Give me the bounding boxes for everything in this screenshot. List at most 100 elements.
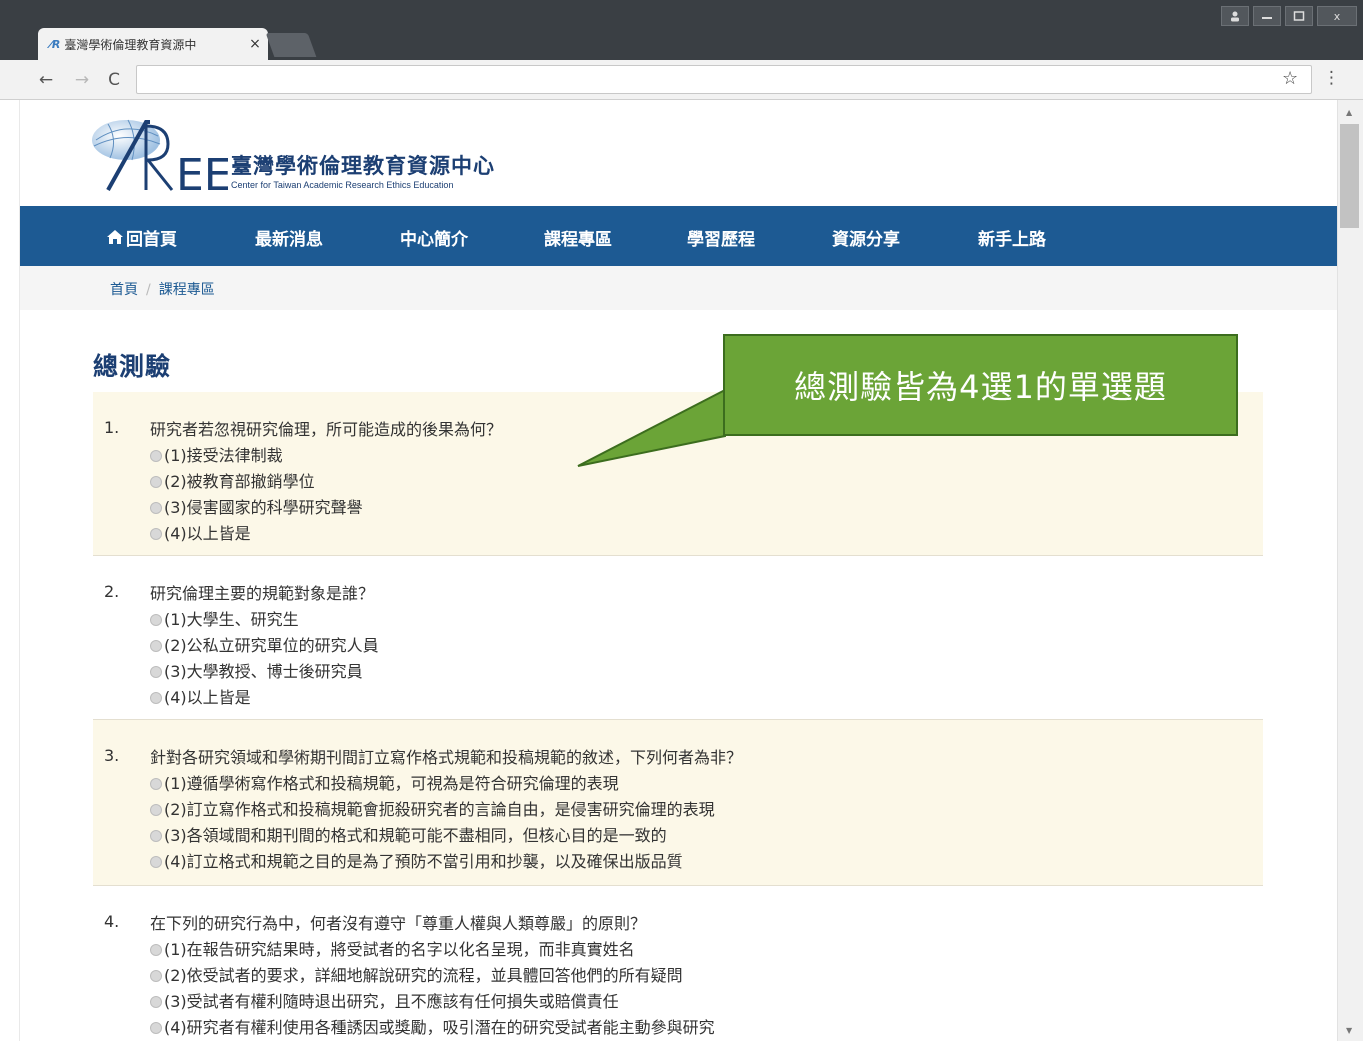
- option-label: (3)侵害國家的科學研究聲譽: [164, 498, 363, 517]
- option-3[interactable]: (3)受試者有權利隨時退出研究，且不應該有任何損失或賠償責任: [150, 989, 715, 1015]
- address-bar[interactable]: [136, 65, 1312, 94]
- option-2[interactable]: (2)依受試者的要求，詳細地解說研究的流程，並具體回答他們的所有疑問: [150, 963, 715, 989]
- nav-item-courses[interactable]: 課程專區: [544, 225, 612, 250]
- option-label: (1)在報告研究結果時，將受試者的名字以化名呈現，而非真實姓名: [164, 940, 635, 959]
- radio-button[interactable]: [150, 970, 162, 982]
- question-3: 3. 針對各研究領域和學術期刊間訂立寫作格式規範和投稿規範的敘述，下列何者為非？…: [93, 720, 1263, 886]
- main-navbar: 回首頁 最新消息 中心簡介 課程專區 學習歷程 資源分享 新手上路: [20, 206, 1337, 266]
- browser-toolbar: ← → C ☆ ⋮: [0, 60, 1363, 100]
- option-label: (2)依受試者的要求，詳細地解說研究的流程，並具體回答他們的所有疑問: [164, 966, 683, 985]
- option-label: (1)接受法律制裁: [164, 446, 283, 465]
- browser-menu-icon[interactable]: ⋮: [1323, 68, 1340, 88]
- minimize-button[interactable]: [1253, 6, 1281, 26]
- option-2[interactable]: (2)被教育部撤銷學位: [150, 469, 363, 495]
- option-1[interactable]: (1)大學生、研究生: [150, 607, 379, 633]
- question-text: 研究者若忽視研究倫理，所可能造成的後果為何？: [150, 420, 503, 439]
- radio-button[interactable]: [150, 1022, 162, 1034]
- option-4[interactable]: (4)以上皆是: [150, 521, 363, 547]
- nav-item-about[interactable]: 中心簡介: [400, 225, 468, 250]
- option-label: (2)公私立研究單位的研究人員: [164, 636, 379, 655]
- question-number: 4.: [104, 912, 120, 931]
- close-window-button[interactable]: x: [1317, 6, 1357, 26]
- reload-icon[interactable]: C: [102, 68, 126, 92]
- new-tab-button[interactable]: [265, 33, 317, 57]
- radio-button[interactable]: [150, 614, 162, 626]
- option-label: (1)遵循學術寫作格式和投稿規範，可視為是符合研究倫理的表現: [164, 774, 619, 793]
- question-text: 針對各研究領域和學術期刊間訂立寫作格式規範和投稿規範的敘述，下列何者為非？: [150, 748, 743, 767]
- breadcrumb-home-link[interactable]: 首頁: [110, 282, 138, 298]
- question-4: 4. 在下列的研究行為中，何者沒有遵守「尊重人權與人類尊嚴」的原則？ (1)在報…: [93, 886, 1263, 1041]
- scroll-down-icon[interactable]: ▼: [1346, 1026, 1352, 1035]
- option-label: (4)以上皆是: [164, 688, 251, 707]
- option-label: (2)訂立寫作格式和投稿規範會扼殺研究者的言論自由，是侵害研究倫理的表現: [164, 800, 715, 819]
- question-number: 2.: [104, 582, 120, 601]
- maximize-button[interactable]: [1285, 6, 1313, 26]
- option-label: (1)大學生、研究生: [164, 610, 299, 629]
- option-4[interactable]: (4)訂立格式和規範之目的是為了預防不當引用和抄襲，以及確保出版品質: [150, 849, 715, 875]
- radio-button[interactable]: [150, 502, 162, 514]
- annotation-callout: 總測驗皆為4選1的單選題: [723, 334, 1238, 436]
- radio-button[interactable]: [150, 692, 162, 704]
- nav-item-learning-history[interactable]: 學習歷程: [687, 225, 755, 250]
- scrollbar-thumb[interactable]: [1340, 124, 1359, 228]
- site-title: 臺灣學術倫理教育資源中心: [231, 154, 495, 178]
- radio-button[interactable]: [150, 944, 162, 956]
- site-logo[interactable]: EE 臺灣學術倫理教育資源中心 Center for Taiwan Academ…: [88, 116, 548, 196]
- nav-item-resources[interactable]: 資源分享: [832, 225, 900, 250]
- option-4[interactable]: (4)以上皆是: [150, 685, 379, 711]
- nav-item-news[interactable]: 最新消息: [255, 225, 323, 250]
- radio-button[interactable]: [150, 830, 162, 842]
- question-text: 研究倫理主要的規範對象是誰？: [150, 584, 375, 603]
- question-text: 在下列的研究行為中，何者沒有遵守「尊重人權與人類尊嚴」的原則？: [150, 914, 647, 933]
- radio-button[interactable]: [150, 528, 162, 540]
- option-3[interactable]: (3)各領域間和期刊間的格式和規範可能不盡相同，但核心目的是一致的: [150, 823, 715, 849]
- option-1[interactable]: (1)遵循學術寫作格式和投稿規範，可視為是符合研究倫理的表現: [150, 771, 715, 797]
- radio-button[interactable]: [150, 996, 162, 1008]
- page-title: 總測驗: [93, 352, 172, 381]
- option-1[interactable]: (1)接受法律制裁: [150, 443, 363, 469]
- radio-button[interactable]: [150, 476, 162, 488]
- question-options: (1)在報告研究結果時，將受試者的名字以化名呈現，而非真實姓名 (2)依受試者的…: [150, 937, 715, 1041]
- option-2[interactable]: (2)公私立研究單位的研究人員: [150, 633, 379, 659]
- nav-item-home[interactable]: 回首頁: [106, 225, 177, 250]
- radio-button[interactable]: [150, 778, 162, 790]
- nav-item-label: 回首頁: [126, 230, 177, 250]
- question-options: (1)遵循學術寫作格式和投稿規範，可視為是符合研究倫理的表現 (2)訂立寫作格式…: [150, 771, 715, 875]
- scroll-up-icon[interactable]: ▲: [1346, 108, 1352, 117]
- radio-button[interactable]: [150, 666, 162, 678]
- option-1[interactable]: (1)在報告研究結果時，將受試者的名字以化名呈現，而非真實姓名: [150, 937, 715, 963]
- question-number: 1.: [104, 418, 120, 437]
- option-label: (4)研究者有權利使用各種誘因或獎勵，吸引潛在的研究受試者能主動參與研究: [164, 1018, 715, 1037]
- question-number: 3.: [104, 746, 120, 765]
- option-3[interactable]: (3)大學教授、博士後研究員: [150, 659, 379, 685]
- radio-button[interactable]: [150, 856, 162, 868]
- left-frame: [0, 100, 20, 1041]
- forward-arrow-icon[interactable]: →: [70, 68, 94, 92]
- tab-title: 臺灣學術倫理教育資源中: [64, 37, 197, 52]
- question-options: (1)接受法律制裁 (2)被教育部撤銷學位 (3)侵害國家的科學研究聲譽 (4)…: [150, 443, 363, 547]
- nav-item-getting-started[interactable]: 新手上路: [978, 225, 1046, 250]
- question-2: 2. 研究倫理主要的規範對象是誰？ (1)大學生、研究生 (2)公私立研究單位的…: [93, 556, 1263, 720]
- profile-icon[interactable]: [1221, 6, 1249, 26]
- breadcrumb: 首頁 / 課程專區: [110, 279, 215, 299]
- page-scrollbar[interactable]: ▲ ▼: [1337, 100, 1363, 1041]
- bookmark-star-icon[interactable]: ☆: [1282, 68, 1298, 89]
- site-subtitle: Center for Taiwan Academic Research Ethi…: [231, 180, 454, 190]
- option-3[interactable]: (3)侵害國家的科學研究聲譽: [150, 495, 363, 521]
- tab-close-icon[interactable]: ×: [242, 36, 268, 52]
- option-4[interactable]: (4)研究者有權利使用各種誘因或獎勵，吸引潛在的研究受試者能主動參與研究: [150, 1015, 715, 1041]
- option-label: (3)大學教授、博士後研究員: [164, 662, 363, 681]
- browser-tab[interactable]: ⁄R 臺灣學術倫理教育資源中 ×: [38, 28, 268, 60]
- back-arrow-icon[interactable]: ←: [34, 68, 58, 92]
- option-label: (3)受試者有權利隨時退出研究，且不應該有任何損失或賠償責任: [164, 992, 619, 1011]
- window-controls: x: [1221, 6, 1357, 26]
- svg-text:EE: EE: [176, 150, 228, 196]
- breadcrumb-current[interactable]: 課程專區: [159, 282, 215, 298]
- option-label: (4)以上皆是: [164, 524, 251, 543]
- option-2[interactable]: (2)訂立寫作格式和投稿規範會扼殺研究者的言論自由，是侵害研究倫理的表現: [150, 797, 715, 823]
- option-label: (3)各領域間和期刊間的格式和規範可能不盡相同，但核心目的是一致的: [164, 826, 667, 845]
- radio-button[interactable]: [150, 450, 162, 462]
- radio-button[interactable]: [150, 640, 162, 652]
- radio-button[interactable]: [150, 804, 162, 816]
- site-favicon-icon: ⁄R: [50, 37, 61, 51]
